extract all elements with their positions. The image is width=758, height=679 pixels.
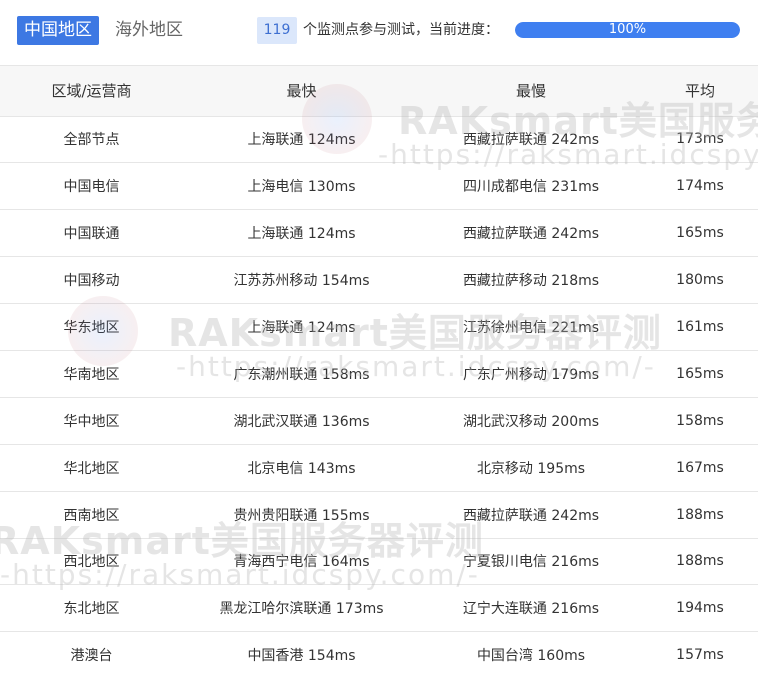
cell-slowest: 江苏徐州电信 221ms [462, 320, 600, 336]
cell-average: 188ms [676, 506, 724, 523]
cell-average: 167ms [676, 459, 724, 476]
cell-region: 全部节点 [63, 132, 120, 149]
cell-average: 173ms [676, 131, 724, 148]
table-row: 港澳台 中国香港 154ms 中国台湾 160ms 157ms [0, 631, 758, 679]
table-row: 华北地区 北京电信 143ms 北京移动 195ms 167ms [0, 444, 758, 491]
cell-slowest: 湖北武汉移动 200ms [462, 413, 600, 430]
cell-fastest: 青海西宁电信 164ms [233, 554, 370, 571]
cell-region: 东北地区 [63, 601, 120, 618]
cell-fastest: 江苏苏州移动 154ms [233, 273, 370, 290]
cell-fastest: 湖北武汉联通 136ms [233, 413, 370, 430]
cell-average: 165ms [676, 225, 724, 242]
table-row: 华中地区 湖北武汉联通 136ms 湖北武汉移动 200ms 158ms [0, 397, 758, 444]
status-text: 个监测点参与测试，当前进度： [303, 22, 499, 38]
table-row: 西南地区 贵州贵阳联通 155ms 西藏拉萨联通 242ms 188ms [0, 491, 758, 538]
cell-region: 华东地区 [63, 320, 120, 336]
cell-fastest: 黑龙江哈尔滨联通 173ms [219, 601, 384, 618]
header-slowest: 最慢 [515, 82, 546, 101]
cell-slowest: 西藏拉萨联通 242ms [462, 226, 600, 243]
cell-region: 中国移动 [63, 273, 120, 290]
table-row: 中国联通 上海联通 124ms 西藏拉萨联通 242ms 165ms [0, 209, 758, 257]
header-fastest: 最快 [286, 82, 317, 101]
monitor-count-badge: 119 [257, 17, 297, 44]
cell-fastest: 上海联通 124ms [247, 320, 356, 336]
cell-fastest: 上海联通 124ms [247, 226, 356, 243]
header-average: 平均 [684, 82, 715, 101]
cell-slowest: 四川成都电信 231ms [462, 179, 600, 196]
cell-fastest: 中国香港 154ms [247, 648, 356, 665]
cell-fastest: 贵州贵阳联通 155ms [233, 507, 370, 524]
cell-region: 华中地区 [63, 413, 120, 430]
cell-average: 188ms [676, 553, 724, 570]
cell-region: 西南地区 [63, 507, 120, 524]
cell-region: 西北地区 [63, 554, 120, 571]
cell-region: 华南地区 [63, 366, 120, 383]
results-table: 区域/运营商 最快 最慢 平均 全部节点 上海联通 124ms 西藏拉萨联通 242… [0, 66, 758, 679]
top-bar: 中国地区 海外地区 119 个监测点参与测试，当前进度： 100% [0, 0, 758, 62]
cell-fastest: 上海联通 124ms [247, 132, 356, 149]
tab-overseas[interactable]: 海外地区 [108, 16, 190, 45]
table-row: 西北地区 青海西宁电信 164ms 宁夏银川电信 216ms 188ms [0, 538, 758, 585]
cell-average: 161ms [676, 319, 724, 335]
table-row: 华东地区 上海联通 124ms 江苏徐州电信 221ms 161ms [0, 303, 758, 351]
cell-average: 174ms [676, 178, 724, 195]
cell-region: 中国联通 [63, 226, 120, 243]
cell-slowest: 西藏拉萨移动 218ms [462, 273, 600, 290]
cell-average: 158ms [676, 412, 724, 429]
cell-slowest: 辽宁大连联通 216ms [462, 601, 600, 618]
cell-slowest: 西藏拉萨联通 242ms [462, 132, 600, 149]
cell-slowest: 中国台湾 160ms [476, 648, 586, 665]
cell-average: 157ms [676, 647, 724, 664]
cell-average: 165ms [676, 365, 724, 382]
cell-slowest: 西藏拉萨联通 242ms [462, 507, 600, 524]
tab-china[interactable]: 中国地区 [17, 16, 99, 45]
progress-bar: 100% [515, 22, 740, 38]
header-region: 区域/运营商 [51, 82, 132, 101]
table-row: 东北地区 黑龙江哈尔滨联通 173ms 辽宁大连联通 216ms 194ms [0, 584, 758, 632]
cell-region: 华北地区 [63, 460, 120, 477]
table-row: 华南地区 广东潮州联通 158ms 广东广州移动 179ms 165ms [0, 350, 758, 397]
cell-average: 194ms [676, 600, 724, 617]
table-row: 全部节点 上海联通 124ms 西藏拉萨联通 242ms 173ms [0, 116, 758, 163]
cell-slowest: 北京移动 195ms [476, 460, 586, 477]
table-row: 中国移动 江苏苏州移动 154ms 西藏拉萨移动 218ms 180ms [0, 256, 758, 304]
table-header-row: 区域/运营商 最快 最慢 平均 [0, 66, 758, 116]
progress-label: 100% [608, 22, 647, 37]
cell-fastest: 上海电信 130ms [247, 179, 356, 196]
cell-region: 中国电信 [63, 179, 120, 196]
table-row: 中国电信 上海电信 130ms 四川成都电信 231ms 174ms [0, 162, 758, 210]
cell-slowest: 宁夏银川电信 216ms [462, 554, 600, 571]
cell-region: 港澳台 [70, 648, 113, 665]
cell-fastest: 北京电信 143ms [247, 460, 356, 477]
cell-slowest: 广东广州移动 179ms [462, 366, 600, 383]
cell-fastest: 广东潮州联通 158ms [233, 366, 370, 383]
cell-average: 180ms [676, 272, 724, 289]
